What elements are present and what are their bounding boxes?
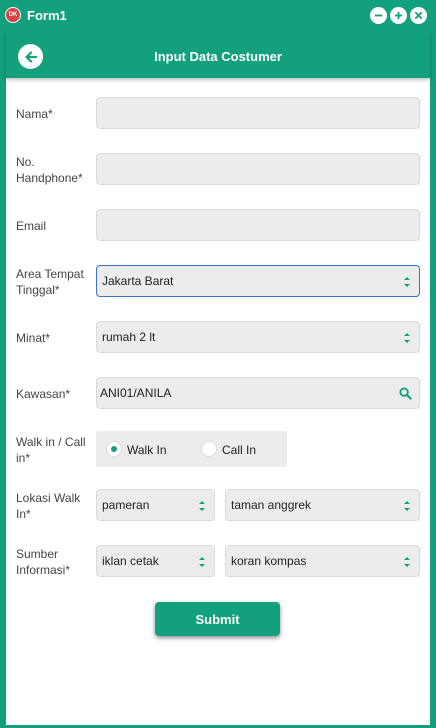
area-value: Jakarta Barat	[102, 274, 174, 288]
minat-value: rumah 2 lt	[102, 330, 156, 344]
sumber-label: Sumber Informasi*	[16, 547, 71, 577]
updown-arrow-icon	[404, 557, 410, 567]
minat-select[interactable]: rumah 2 lt	[96, 321, 420, 353]
page-title: Input Data Costumer	[154, 49, 282, 64]
submit-button[interactable]: Submit	[155, 602, 280, 636]
area-select[interactable]: Jakarta Barat	[96, 265, 420, 297]
email-input[interactable]	[96, 209, 420, 241]
window-title: Form1	[27, 8, 67, 23]
lokasi-place-value: taman anggrek	[231, 498, 312, 512]
call-in-radio[interactable]	[201, 441, 217, 457]
kawasan-label: Kawasan*	[16, 387, 71, 401]
walkin-callin-radio-group: Walk In Call In	[96, 431, 287, 467]
area-label: Area Tempat Tinggal*	[16, 267, 84, 297]
call-in-label[interactable]: Call In	[222, 443, 256, 457]
kawasan-value: ANI01/ANILA	[100, 386, 172, 400]
sumber-media-select[interactable]: koran kompas	[225, 545, 420, 577]
window-frame-left	[0, 32, 6, 728]
kawasan-search-input[interactable]: ANI01/ANILA	[96, 377, 420, 409]
minimize-icon	[374, 14, 383, 17]
updown-arrow-icon	[199, 557, 205, 567]
maximize-button[interactable]	[390, 7, 407, 24]
email-label: Email	[16, 219, 47, 233]
lokasi-type-select[interactable]: pameran	[96, 489, 215, 521]
updown-arrow-icon	[199, 501, 205, 511]
updown-arrow-icon	[404, 277, 410, 287]
window-titlebar: DK Form1	[0, 0, 436, 32]
radio-selected-dot	[111, 446, 117, 452]
plus-icon	[394, 11, 403, 20]
updown-arrow-icon	[404, 333, 410, 343]
walk-in-radio[interactable]	[106, 441, 122, 457]
sumber-type-value: iklan cetak	[102, 554, 159, 568]
sumber-media-value: koran kompas	[231, 554, 307, 568]
app-icon: DK	[5, 7, 21, 23]
updown-arrow-icon	[404, 501, 410, 511]
nama-input[interactable]	[96, 97, 420, 129]
page-header: Input Data Costumer	[6, 32, 430, 78]
minat-label: Minat*	[16, 331, 51, 345]
lokasi-label: Lokasi Walk In*	[16, 491, 81, 521]
search-icon[interactable]	[399, 387, 412, 400]
walkin-callin-label: Walk in / Call in*	[16, 435, 86, 465]
minimize-button[interactable]	[370, 7, 387, 24]
lokasi-type-value: pameran	[102, 498, 150, 512]
nama-label: Nama*	[16, 107, 53, 121]
window-frame-right	[430, 32, 436, 728]
close-icon	[414, 11, 423, 20]
handphone-input[interactable]	[96, 153, 420, 185]
walk-in-label[interactable]: Walk In	[127, 443, 167, 457]
close-button[interactable]	[410, 7, 427, 24]
lokasi-place-select[interactable]: taman anggrek	[225, 489, 420, 521]
handphone-label: No. Handphone*	[16, 155, 83, 185]
sumber-type-select[interactable]: iklan cetak	[96, 545, 215, 577]
